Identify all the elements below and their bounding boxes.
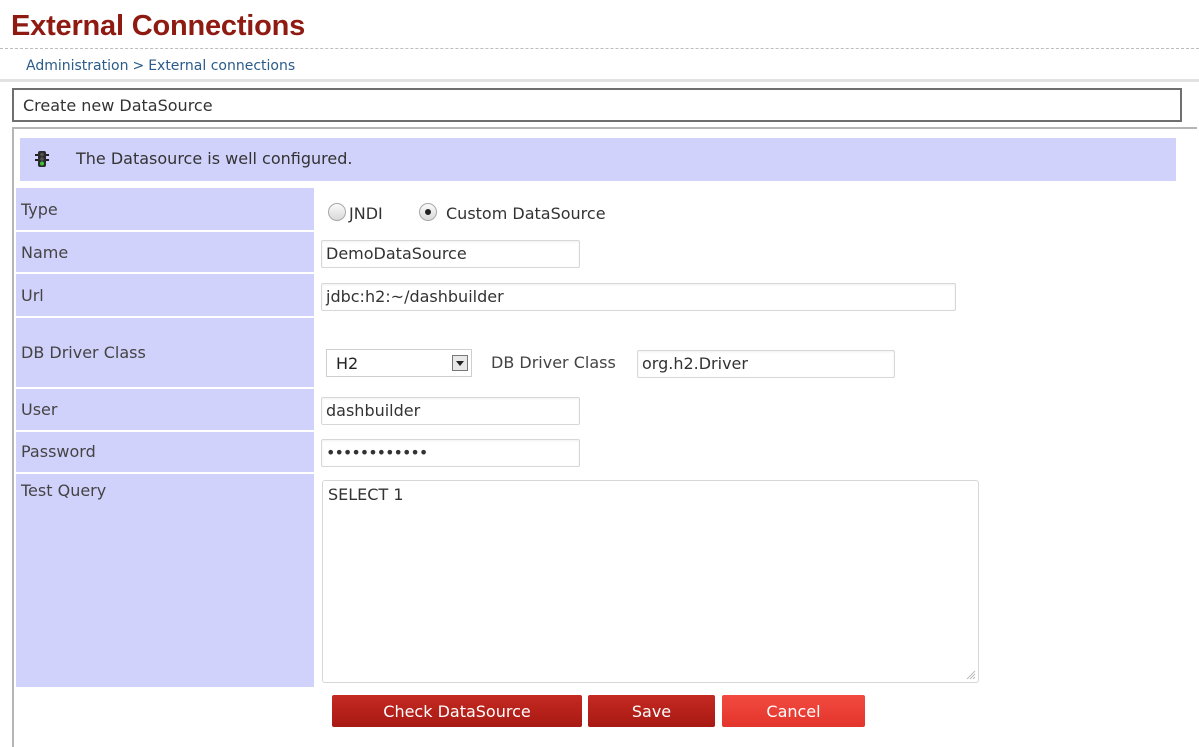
user-input[interactable]: dashbuilder (321, 397, 580, 425)
label-name-cell: Name (16, 232, 314, 272)
chevron-down-icon[interactable] (452, 355, 468, 371)
section-header: Create new DataSource (12, 88, 1182, 122)
breadcrumb-external-connections[interactable]: External connections (148, 58, 295, 74)
label-driver-cell: DB Driver Class (16, 318, 314, 387)
cancel-button[interactable]: Cancel (722, 695, 865, 727)
page-title: External Connections (11, 10, 306, 42)
radio-custom-datasource-label: Custom DataSource (446, 204, 606, 223)
label-password: Password (21, 442, 96, 461)
resize-grip-icon[interactable] (964, 668, 976, 680)
breadcrumb-administration[interactable]: Administration (26, 58, 128, 74)
driver-class-input[interactable]: org.h2.Driver (637, 350, 895, 378)
breadcrumb-separator: > (132, 58, 145, 74)
traffic-light-icon (35, 151, 49, 167)
label-test-query: Test Query (21, 481, 107, 500)
label-type: Type (21, 200, 58, 219)
section-title: Create new DataSource (23, 96, 213, 115)
check-datasource-button[interactable]: Check DataSource (332, 695, 582, 727)
status-message: The Datasource is well configured. (76, 149, 353, 168)
label-url: Url (21, 286, 44, 305)
label-type-cell: Type (16, 188, 314, 230)
radio-custom-datasource[interactable] (419, 203, 437, 221)
password-input[interactable]: •••••••••••• (321, 439, 580, 467)
driver-select[interactable]: H2 (326, 349, 472, 377)
name-input[interactable]: DemoDataSource (321, 240, 580, 268)
test-query-textarea[interactable]: SELECT 1 (322, 480, 979, 683)
label-driver: DB Driver Class (21, 343, 146, 362)
test-query-text: SELECT 1 (328, 485, 404, 504)
label-name: Name (21, 243, 69, 262)
driver-class-inline-label: DB Driver Class (491, 353, 616, 372)
label-password-cell: Password (16, 432, 314, 472)
label-user: User (21, 400, 58, 419)
breadcrumb: Administration > External connections (26, 58, 295, 74)
label-test-query-cell: Test Query (16, 474, 314, 687)
label-user-cell: User (16, 389, 314, 430)
breadcrumb-divider (0, 79, 1199, 82)
radio-jndi[interactable] (328, 203, 346, 221)
title-bar: External Connections (0, 0, 1199, 49)
status-message-bar: The Datasource is well configured. (20, 138, 1176, 181)
radio-jndi-label: JNDI (349, 204, 383, 223)
label-url-cell: Url (16, 274, 314, 316)
driver-select-value: H2 (336, 354, 359, 373)
url-input[interactable]: jdbc:h2:~/dashbuilder (321, 283, 956, 311)
save-button[interactable]: Save (588, 695, 715, 727)
